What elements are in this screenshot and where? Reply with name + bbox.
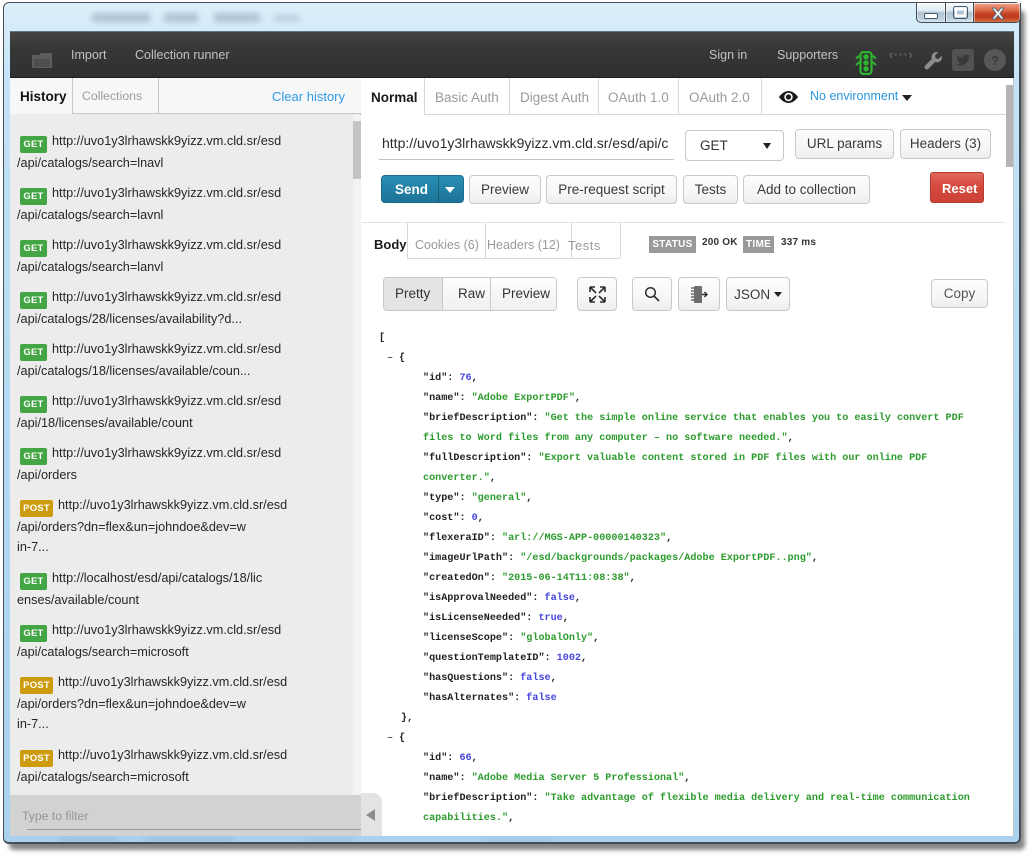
svg-text:?: ? [991, 53, 999, 68]
